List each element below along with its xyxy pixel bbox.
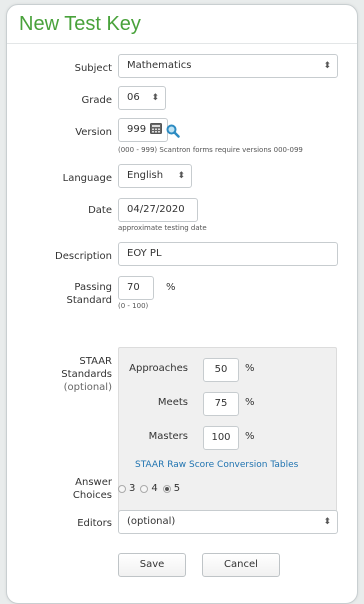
version-label: Version — [75, 127, 112, 138]
grade-select[interactable]: 06 ⬍ — [118, 86, 166, 110]
date-input[interactable]: 04/27/2020 — [118, 198, 198, 222]
date-hint: approximate testing date — [118, 224, 207, 232]
select-arrows-icon: ⬍ — [323, 517, 331, 527]
passing-standard-input[interactable]: 70 — [118, 276, 154, 300]
staar-meets-unit: % — [245, 397, 255, 408]
date-value: 04/27/2020 — [127, 204, 185, 215]
passing-standard-value: 70 — [127, 282, 140, 293]
answer-choices-radio-group: 3 4 5 — [118, 483, 180, 494]
description-input[interactable]: EOY PL — [118, 242, 338, 266]
staar-approaches-label: Approaches — [129, 363, 188, 374]
answer-choice-4-radio[interactable] — [140, 484, 149, 493]
subject-label: Subject — [74, 63, 112, 74]
staar-meets-input[interactable]: 75 — [203, 392, 239, 416]
version-value: 999 — [127, 124, 147, 135]
answer-choices-label: Answer Choices — [72, 477, 112, 501]
staar-standards-label: STAAR Standards (optional) — [61, 356, 112, 393]
staar-approaches-input[interactable]: 50 — [203, 358, 239, 382]
language-value: English — [127, 170, 164, 181]
staar-meets-label: Meets — [157, 397, 188, 408]
save-button[interactable]: Save — [118, 553, 186, 577]
editors-label: Editors — [77, 518, 112, 529]
answer-choice-3-radio[interactable] — [118, 484, 126, 493]
language-select[interactable]: English ⬍ — [118, 164, 192, 188]
header-divider — [7, 43, 357, 44]
staar-masters-unit: % — [245, 431, 255, 442]
answer-choice-4-label: 4 — [151, 483, 158, 494]
passing-standard-unit: % — [166, 282, 176, 293]
select-arrows-icon: ⬍ — [177, 171, 185, 181]
description-label: Description — [55, 251, 112, 262]
answer-choice-3-label: 3 — [129, 483, 136, 494]
cancel-button[interactable]: Cancel — [202, 553, 280, 577]
staar-approaches-unit: % — [245, 363, 255, 374]
staar-masters-label: Masters — [148, 431, 188, 442]
grade-label: Grade — [81, 95, 113, 106]
language-label: Language — [62, 173, 112, 184]
search-icon[interactable] — [166, 124, 180, 138]
editors-value: (optional) — [127, 516, 176, 527]
subject-select[interactable]: Mathematics ⬍ — [118, 54, 338, 78]
answer-choice-5-label: 5 — [173, 483, 181, 494]
staar-conversion-tables-link[interactable]: STAAR Raw Score Conversion Tables — [135, 460, 298, 470]
calculator-icon[interactable] — [150, 123, 162, 134]
staar-masters-input[interactable]: 100 — [203, 426, 239, 450]
editors-select[interactable]: (optional) ⬍ — [118, 510, 338, 534]
passing-standard-hint: (0 - 100) — [118, 302, 149, 310]
page-title: New Test Key — [19, 13, 141, 35]
version-hint: (000 - 999) Scantron forms require versi… — [118, 146, 303, 154]
description-value: EOY PL — [127, 248, 162, 259]
answer-choice-5-radio[interactable] — [162, 484, 171, 493]
subject-value: Mathematics — [127, 60, 192, 71]
grade-value: 06 — [127, 92, 140, 103]
passing-standard-label: Passing Standard — [66, 282, 113, 306]
date-label: Date — [88, 205, 112, 216]
select-arrows-icon: ⬍ — [151, 93, 159, 103]
select-arrows-icon: ⬍ — [323, 61, 331, 71]
